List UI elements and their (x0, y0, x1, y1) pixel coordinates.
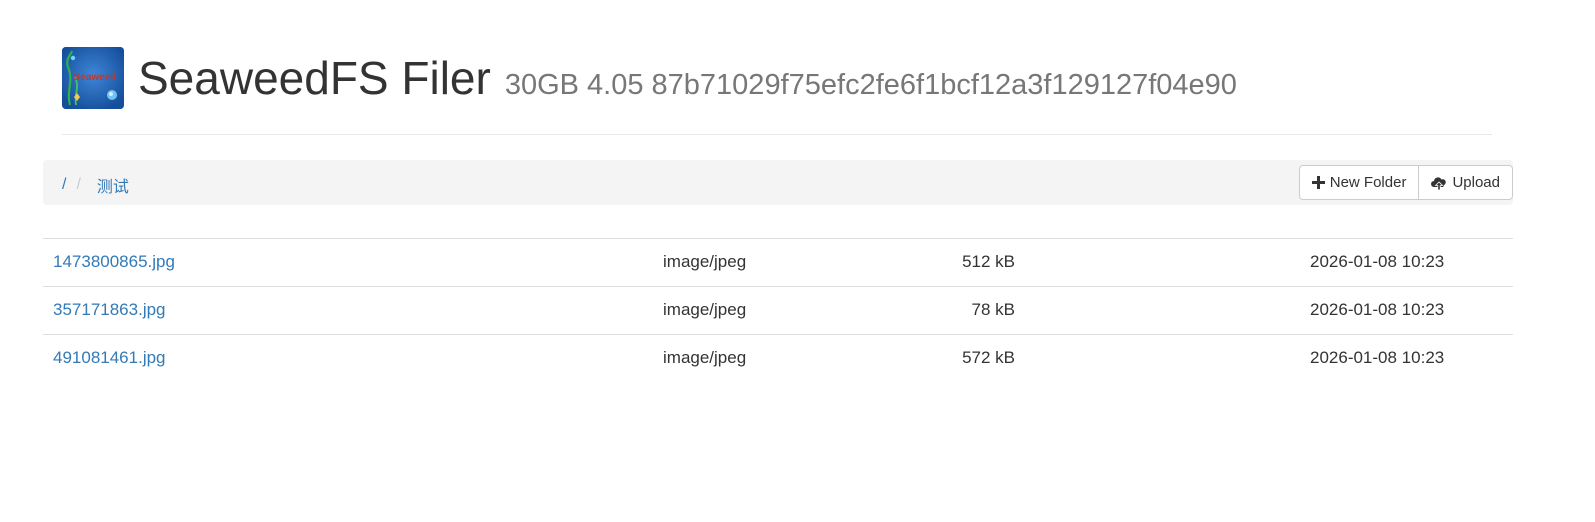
file-name-link[interactable]: 1473800865.jpg (53, 252, 175, 272)
upload-button[interactable]: Upload (1419, 165, 1513, 200)
file-name-link[interactable]: 491081461.jpg (53, 348, 166, 368)
new-folder-button[interactable]: New Folder (1298, 165, 1420, 200)
breadcrumb-item-link[interactable]: 测试 (97, 173, 129, 197)
file-row: 357171863.jpg image/jpeg 78 kB 2026-01-0… (43, 286, 1513, 334)
file-modified-date: 2026-01-08 10:23 (1310, 348, 1445, 367)
filer-page: Seaweed SeaweedFS Filer 30GB 4.05 87b710… (0, 0, 1595, 522)
file-size: 512 kB (962, 252, 1015, 271)
seaweed-logo-icon: Seaweed (62, 47, 124, 109)
logo-text: Seaweed (74, 72, 117, 83)
breadcrumb-root-link[interactable]: / (62, 176, 66, 194)
seaweedfs-logo: Seaweed (62, 47, 124, 109)
title-group: SeaweedFS Filer 30GB 4.05 87b71029f75efc… (138, 55, 1237, 101)
breadcrumb-separator: / (76, 176, 81, 193)
file-modified-date: 2026-01-08 10:23 (1310, 300, 1445, 319)
breadcrumb-bar: / / 测试 New Folder Upload (43, 160, 1513, 205)
file-mime-type: image/jpeg (663, 300, 747, 319)
plus-icon (1311, 176, 1325, 189)
file-mime-type: image/jpeg (663, 348, 747, 367)
header-divider (62, 134, 1492, 135)
file-modified-date: 2026-01-08 10:23 (1310, 252, 1445, 271)
file-name-link[interactable]: 357171863.jpg (53, 300, 166, 320)
file-row: 491081461.jpg image/jpeg 572 kB 2026-01-… (43, 334, 1513, 382)
page-title: SeaweedFS Filer (138, 52, 491, 104)
file-size: 572 kB (962, 348, 1015, 367)
toolbar-button-group: New Folder Upload (1298, 165, 1513, 200)
cloud-upload-icon (1431, 176, 1447, 190)
upload-label: Upload (1452, 174, 1500, 191)
new-folder-label: New Folder (1329, 174, 1407, 191)
file-list: 1473800865.jpg image/jpeg 512 kB 2026-01… (43, 238, 1513, 382)
version-info: 30GB 4.05 87b71029f75efc2fe6f1bcf12a3f12… (504, 69, 1237, 101)
file-size: 78 kB (971, 300, 1015, 319)
breadcrumb: / / 测试 (62, 173, 129, 197)
page-header: Seaweed SeaweedFS Filer 30GB 4.05 87b710… (62, 47, 1492, 109)
file-mime-type: image/jpeg (663, 252, 747, 271)
file-row: 1473800865.jpg image/jpeg 512 kB 2026-01… (43, 238, 1513, 286)
